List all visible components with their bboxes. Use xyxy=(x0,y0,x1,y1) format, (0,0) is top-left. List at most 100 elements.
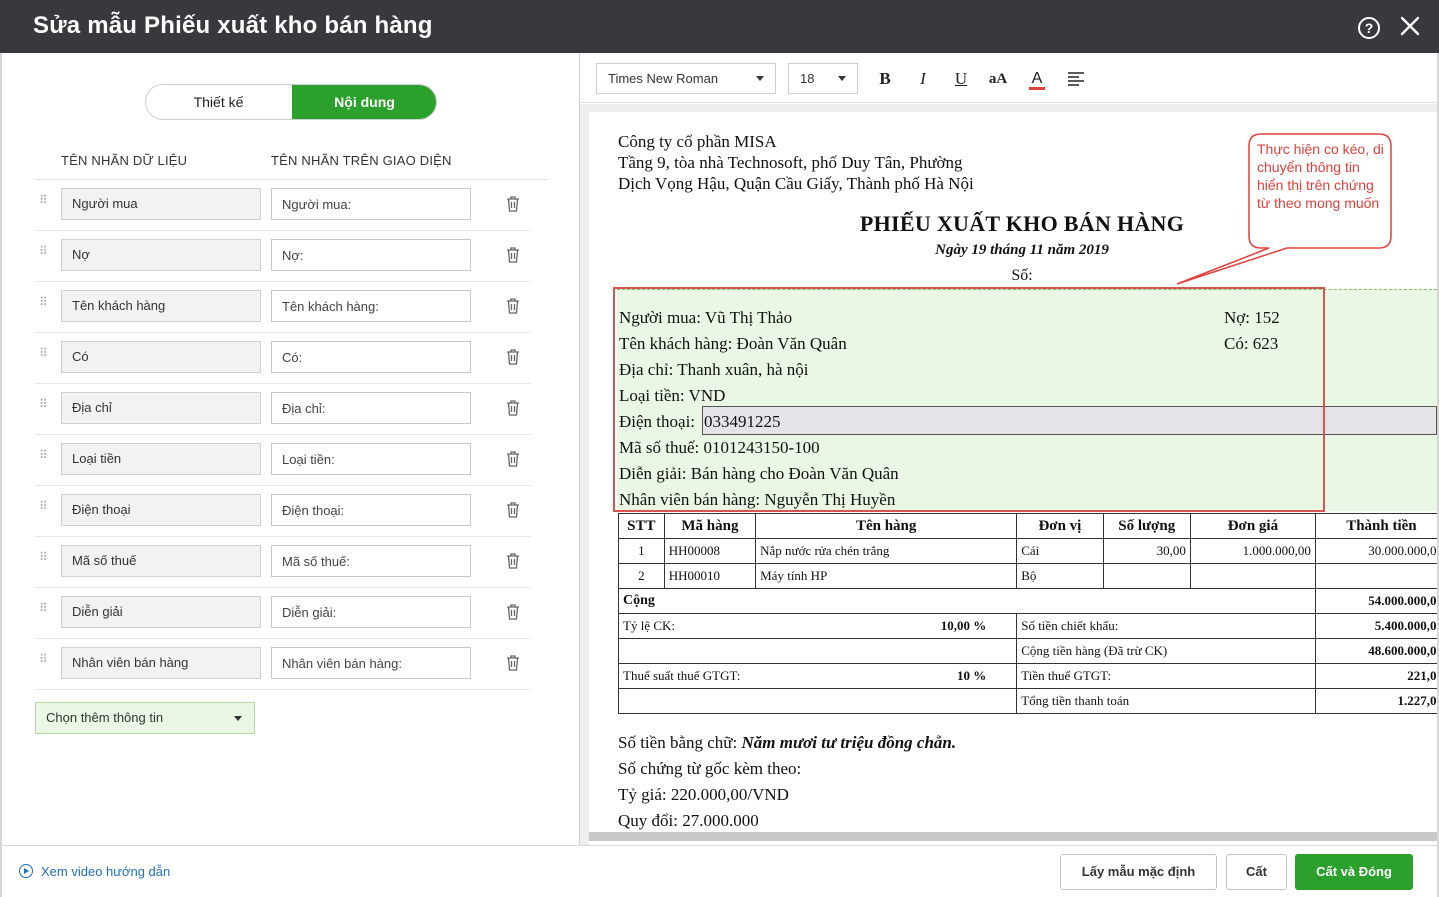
font-color-letter: A xyxy=(1031,70,1043,87)
data-label-field: Diễn giải xyxy=(61,596,261,628)
column-header-data-label: TÊN NHÃN DỮ LIỆU xyxy=(61,153,188,168)
ui-label-input[interactable] xyxy=(271,494,471,526)
save-button[interactable]: Cất xyxy=(1226,854,1287,890)
ui-label-input[interactable] xyxy=(271,596,471,628)
font-size-value: 18 xyxy=(800,71,815,86)
ui-label-input[interactable] xyxy=(271,647,471,679)
help-icon[interactable]: ? xyxy=(1358,17,1380,39)
info-buyer[interactable]: Người mua: Vũ Thị Thảo xyxy=(619,308,792,328)
field-row: ⠿ Nhân viên bán hàng xyxy=(35,639,531,690)
trash-icon[interactable] xyxy=(505,399,521,417)
font-color-bar xyxy=(1029,87,1045,90)
amount-in-words-value: Năm mươi tư triệu đồng chẵn. xyxy=(741,733,957,752)
cell-price: 1.000.000,00 xyxy=(1189,538,1316,564)
text-case-button[interactable]: aA xyxy=(986,67,1010,91)
drag-handle-icon[interactable]: ⠿ xyxy=(39,245,51,263)
header-qty: Số lượng xyxy=(1102,513,1191,539)
horizontal-scrollbar[interactable] xyxy=(589,832,1437,841)
grand-total-label: Tổng tiền thanh toán xyxy=(1016,688,1316,714)
italic-button[interactable]: I xyxy=(911,67,935,91)
document-page: Công ty cổ phần MISA Tầng 9, tòa nhà Tec… xyxy=(589,112,1437,845)
discount-row: Tỷ lệ CK: 10,00 % Số tiền chiết khấu: 5.… xyxy=(617,613,1437,639)
drag-handle-icon[interactable]: ⠿ xyxy=(39,500,51,518)
drag-handle-icon[interactable]: ⠿ xyxy=(39,653,51,671)
info-address[interactable]: Địa chỉ: Thanh xuân, hà nội xyxy=(619,360,808,380)
video-guide-link[interactable]: Xem video hướng dẫn xyxy=(19,864,170,879)
total-row: Cộng 54.000.000,00 xyxy=(618,588,1437,614)
discount-amount-value: 5.400.000,00 xyxy=(1314,613,1437,639)
header-amount: Thành tiền xyxy=(1314,513,1437,539)
table-row: 1 HH00008 Nắp nước rửa chén trắng Cái 30… xyxy=(618,538,1437,564)
play-circle-icon xyxy=(19,864,33,878)
cell-qty: 30,00 xyxy=(1102,538,1191,564)
font-color-button[interactable]: A xyxy=(1025,67,1049,91)
data-label-field: Nhân viên bán hàng xyxy=(61,647,261,679)
attached-docs: Số chứng từ gốc kèm theo: xyxy=(618,759,802,778)
items-table: STT Mã hàng Tên hàng Đơn vị Số lượng Đơn… xyxy=(617,513,1437,714)
cell-qty xyxy=(1102,563,1191,589)
info-phone-value[interactable]: 033491225 xyxy=(704,412,781,432)
drag-handle-icon[interactable]: ⠿ xyxy=(39,347,51,365)
vat-rate-label: Thuế suất thuế GTGT: xyxy=(623,668,741,683)
data-label-field: Địa chỉ xyxy=(61,392,261,424)
ui-label-input[interactable] xyxy=(271,443,471,475)
drag-handle-icon[interactable]: ⠿ xyxy=(39,449,51,467)
chevron-down-icon xyxy=(838,76,846,81)
font-size-select[interactable]: 18 xyxy=(788,63,858,94)
info-tax-code[interactable]: Mã số thuế: 0101243150-100 xyxy=(619,438,820,458)
add-info-select[interactable]: Chọn thêm thông tin xyxy=(35,702,255,734)
trash-icon[interactable] xyxy=(505,603,521,621)
phone-value-box[interactable] xyxy=(702,406,1437,435)
ui-label-input[interactable] xyxy=(271,392,471,424)
discount-rate-label: Tỷ lệ CK: xyxy=(623,618,675,633)
table-header-row: STT Mã hàng Tên hàng Đơn vị Số lượng Đơn… xyxy=(618,513,1437,539)
underline-button[interactable]: U xyxy=(949,67,973,91)
ui-label-input[interactable] xyxy=(271,239,471,271)
field-config-panel: Thiết kế Nội dung TÊN NHÃN DỮ LIỆU TÊN N… xyxy=(2,53,579,845)
tab-content[interactable]: Nội dung xyxy=(292,85,436,119)
font-family-select[interactable]: Times New Roman xyxy=(596,63,776,94)
amount-in-words-label: Số tiền bằng chữ: xyxy=(618,733,738,752)
total-label: Cộng xyxy=(618,588,1316,614)
default-template-button[interactable]: Lấy mẫu mặc định xyxy=(1060,854,1217,890)
trash-icon[interactable] xyxy=(505,501,521,519)
info-phone-label[interactable]: Điện thoại: xyxy=(619,412,695,432)
data-label-field: Tên khách hàng xyxy=(61,290,261,322)
grand-total-row: Tổng tiền thanh toán 1.227,00 xyxy=(617,688,1437,714)
bold-button[interactable]: B xyxy=(873,67,897,91)
drag-handle-icon[interactable]: ⠿ xyxy=(39,602,51,620)
drag-handle-icon[interactable]: ⠿ xyxy=(39,194,51,212)
title-bar: Sửa mẫu Phiếu xuất kho bán hàng ? xyxy=(0,0,1439,53)
info-debit[interactable]: Nợ: 152 xyxy=(1224,308,1280,328)
field-row: ⠿ Mã số thuế xyxy=(35,537,531,588)
save-and-close-button[interactable]: Cất và Đóng xyxy=(1295,854,1413,890)
ui-label-input[interactable] xyxy=(271,188,471,220)
total-value: 54.000.000,00 xyxy=(1315,588,1437,614)
ui-label-input[interactable] xyxy=(271,341,471,373)
info-currency[interactable]: Loại tiền: VND xyxy=(619,386,725,406)
ui-label-input[interactable] xyxy=(271,290,471,322)
cell-code: HH00008 xyxy=(663,538,757,564)
close-icon[interactable] xyxy=(1398,14,1422,38)
trash-icon[interactable] xyxy=(505,348,521,366)
drag-handle-icon[interactable]: ⠿ xyxy=(39,398,51,416)
drag-handle-icon[interactable]: ⠿ xyxy=(39,551,51,569)
ui-label-input[interactable] xyxy=(271,545,471,577)
trash-icon[interactable] xyxy=(505,246,521,264)
info-salesperson[interactable]: Nhân viên bán hàng: Nguyễn Thị Huyền xyxy=(619,490,895,510)
trash-icon[interactable] xyxy=(505,195,521,213)
info-credit[interactable]: Có: 623 xyxy=(1224,334,1278,354)
align-left-icon[interactable] xyxy=(1067,71,1085,87)
trash-icon[interactable] xyxy=(505,297,521,315)
drag-handle-icon[interactable]: ⠿ xyxy=(39,296,51,314)
info-description[interactable]: Diễn giải: Bán hàng cho Đoàn Văn Quân xyxy=(619,464,899,484)
trash-icon[interactable] xyxy=(505,654,521,672)
trash-icon[interactable] xyxy=(505,450,521,468)
mode-toggle: Thiết kế Nội dung xyxy=(145,84,437,120)
tab-design[interactable]: Thiết kế xyxy=(146,85,291,119)
company-address-1: Tầng 9, tòa nhà Technosoft, phố Duy Tân,… xyxy=(618,153,963,172)
trash-icon[interactable] xyxy=(505,552,521,570)
document-preview: Công ty cổ phần MISA Tầng 9, tòa nhà Tec… xyxy=(580,104,1437,845)
vat-rate-value: 10 % xyxy=(956,668,987,683)
info-customer[interactable]: Tên khách hàng: Đoàn Văn Quân xyxy=(619,334,847,354)
